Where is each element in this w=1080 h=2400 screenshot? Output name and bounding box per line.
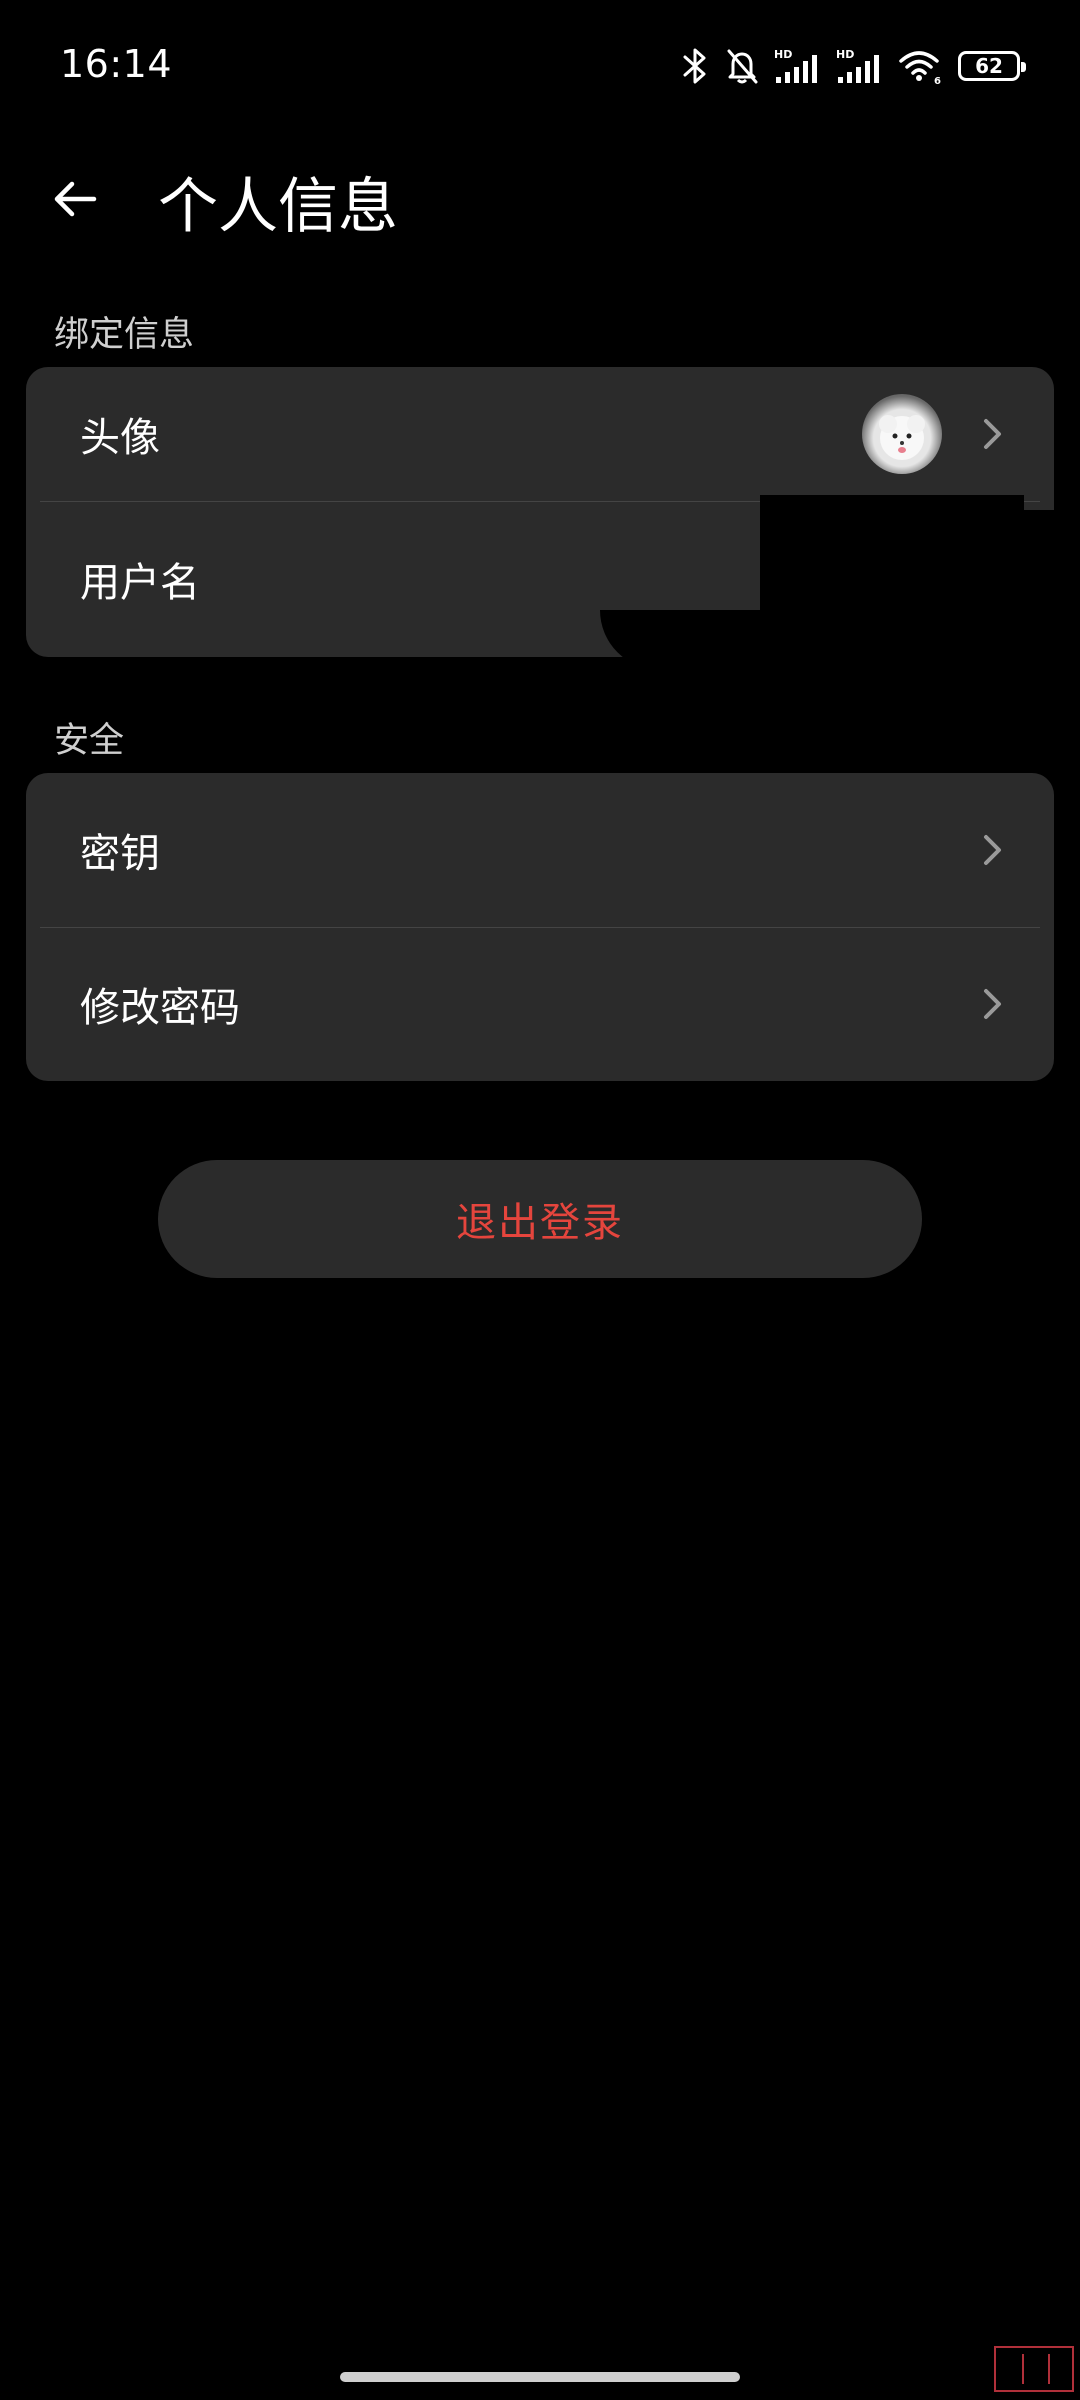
back-button[interactable] <box>40 164 110 234</box>
arrow-left-icon <box>54 181 97 217</box>
screen: 16:14 HD HD 6 62 个人信息 绑定信息 头像 用户名 安全 密钥 … <box>0 0 1080 2400</box>
avatar-label: 头像 <box>80 415 160 461</box>
bell-off-icon <box>724 47 760 85</box>
hd-signal-icon: HD <box>774 47 822 85</box>
chevron-right-icon <box>984 835 1001 865</box>
watermark-stamp <box>994 2346 1074 2392</box>
redaction-mark <box>1024 510 1054 660</box>
key-row[interactable]: 密钥 <box>26 773 1054 927</box>
chevron-right-icon <box>984 989 1001 1019</box>
key-label: 密钥 <box>80 831 160 877</box>
svg-text:HD: HD <box>774 48 792 61</box>
status-icons: HD HD 6 62 <box>680 44 1026 88</box>
section-label-binding: 绑定信息 <box>54 315 195 355</box>
change-password-row[interactable]: 修改密码 <box>26 927 1054 1081</box>
page-title: 个人信息 <box>158 172 398 242</box>
wifi-icon: 6 <box>898 47 944 85</box>
change-password-label: 修改密码 <box>80 985 240 1031</box>
header: 个人信息 <box>0 140 1080 250</box>
chevron-right-icon <box>984 419 1001 449</box>
status-bar: 16:14 HD HD 6 62 <box>0 0 1080 130</box>
hd-signal-icon: HD <box>836 47 884 85</box>
battery-level: 62 <box>975 54 1003 78</box>
avatar <box>862 394 942 474</box>
home-indicator[interactable] <box>340 2372 740 2382</box>
svg-text:HD: HD <box>836 48 854 61</box>
avatar-row[interactable]: 头像 <box>26 367 1054 501</box>
section-label-security: 安全 <box>54 721 125 761</box>
username-label: 用户名 <box>80 560 200 606</box>
status-time: 16:14 <box>60 42 173 86</box>
logout-button[interactable]: 退出登录 <box>158 1160 922 1278</box>
battery-icon: 62 <box>958 51 1026 81</box>
redaction-mark <box>600 610 1024 670</box>
bluetooth-icon <box>680 47 710 85</box>
svg-text:6: 6 <box>934 76 941 85</box>
security-card: 密钥 修改密码 <box>26 773 1054 1081</box>
